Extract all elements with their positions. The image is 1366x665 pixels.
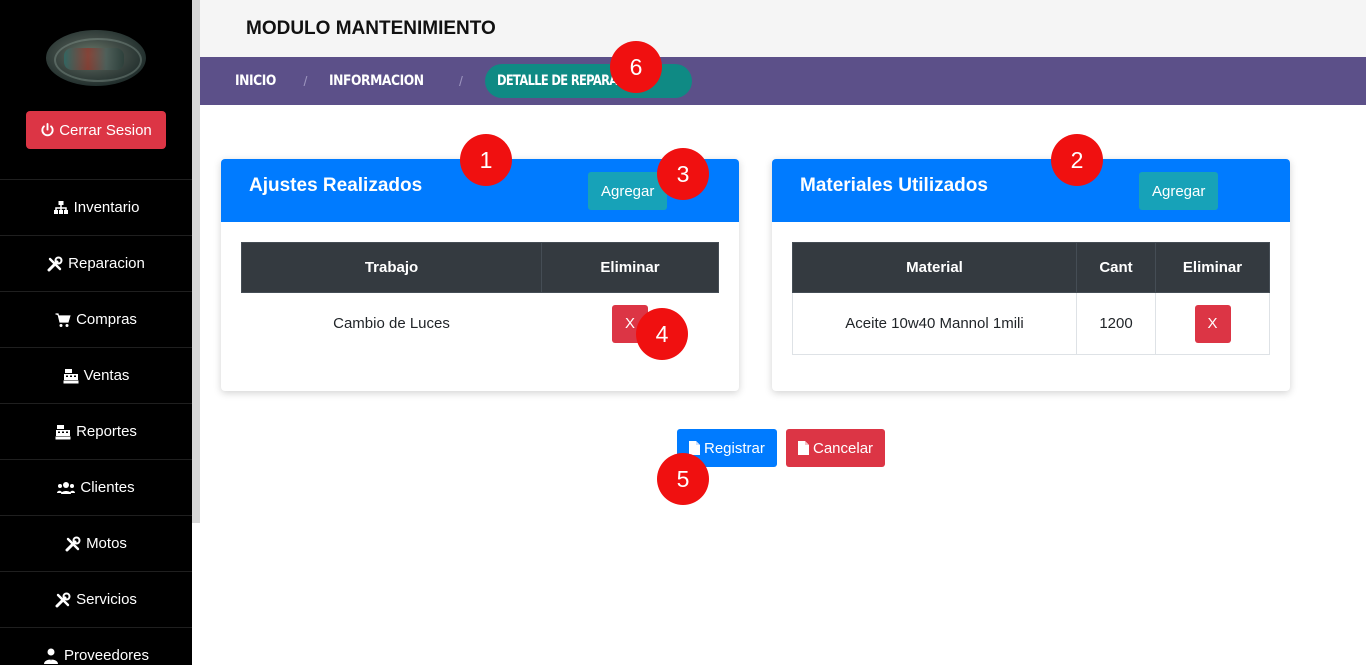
sidebar-item-ventas[interactable]: Ventas	[0, 347, 192, 403]
sidebar-item-label: Reparacion	[68, 255, 145, 272]
sidebar-item-label: Compras	[76, 311, 137, 328]
delete-button[interactable]: X	[1194, 304, 1231, 343]
sidebar-item-label: Servicios	[76, 591, 137, 608]
tools-icon	[55, 592, 71, 607]
annotation-marker-6: 6	[610, 41, 662, 93]
sidebar-scrollbar[interactable]	[192, 0, 200, 523]
trabajo-cell: Cambio de Luces	[333, 315, 450, 333]
logo	[46, 30, 146, 86]
top-header: MODULO MANTENIMIENTO	[200, 0, 1366, 57]
sidebar-item-proveedores[interactable]: Proveedores	[0, 627, 192, 665]
annotation-marker-5: 5	[657, 453, 709, 505]
power-icon	[41, 122, 54, 136]
file-icon	[798, 441, 809, 455]
materiales-table: Material Cant Eliminar Aceite 10w40 Mann…	[792, 242, 1270, 355]
registrar-label: Registrar	[704, 439, 765, 457]
breadcrumb-separator: /	[458, 73, 463, 89]
column-header-trabajo: Trabajo	[241, 242, 542, 293]
sidebar-item-clientes[interactable]: Clientes	[0, 459, 192, 515]
annotation-marker-2: 2	[1051, 134, 1103, 186]
sidebar-item-label: Motos	[86, 535, 127, 552]
file-icon	[689, 441, 700, 455]
eliminar-cell: X	[542, 293, 719, 355]
add-material-button[interactable]: Agregar	[1139, 172, 1219, 210]
sidebar-item-compras[interactable]: Compras	[0, 291, 192, 347]
cash-register-icon	[55, 424, 71, 439]
column-header-eliminar: Eliminar	[541, 242, 719, 293]
sidebar-item-label: Proveedores	[63, 647, 150, 664]
sidebar-nav: Inventario Reparacion Compras Ventas Rep…	[0, 179, 192, 665]
add-ajuste-button[interactable]: Agregar	[588, 172, 668, 210]
users-icon	[57, 481, 76, 494]
breadcrumb: INICIO / INFORMACION / DETALLE DE REPARA…	[200, 57, 1366, 105]
tools-icon	[47, 256, 63, 271]
sidebar-item-label: Ventas	[83, 367, 130, 384]
column-header-eliminar: Eliminar	[1155, 242, 1270, 293]
materiales-card-header: Materiales Utilizados Agregar	[772, 159, 1290, 222]
sidebar-item-label: Inventario	[73, 199, 140, 216]
column-header-cant: Cant	[1076, 242, 1156, 293]
material-cell: Aceite 10w40 Mannol 1mili	[792, 292, 1077, 355]
breadcrumb-inicio[interactable]: INICIO	[235, 73, 276, 89]
sidebar: Cerrar Sesion Inventario Reparacion Comp…	[0, 0, 192, 665]
sidebar-item-label: Clientes	[80, 479, 135, 496]
cancelar-label: Cancelar	[813, 439, 874, 457]
breadcrumb-separator: /	[303, 73, 308, 89]
materiales-title: Materiales Utilizados	[800, 175, 988, 196]
ajustes-title: Ajustes Realizados	[249, 175, 423, 196]
eliminar-cell: X	[1155, 292, 1270, 355]
annotation-marker-3: 3	[657, 148, 709, 200]
cancelar-button[interactable]: Cancelar	[786, 429, 886, 467]
sitemap-icon	[53, 200, 68, 214]
logout-label: Cerrar Sesion	[59, 121, 152, 139]
sidebar-item-motos[interactable]: Motos	[0, 515, 192, 571]
annotation-marker-1: 1	[460, 134, 512, 186]
column-header-material: Material	[792, 242, 1077, 293]
table-row: Aceite 10w40 Mannol 1mili 1200 X	[792, 292, 1270, 355]
cash-register-icon	[63, 368, 79, 383]
materiales-card: Materiales Utilizados Agregar Material C…	[772, 159, 1290, 391]
annotation-marker-4: 4	[636, 308, 688, 360]
logout-button[interactable]: Cerrar Sesion	[26, 111, 166, 149]
sidebar-item-label: Reportes	[76, 423, 137, 440]
cart-icon	[55, 312, 71, 327]
sidebar-item-reparacion[interactable]: Reparacion	[0, 235, 192, 291]
tools-icon	[65, 536, 81, 551]
cant-cell: 1200	[1076, 292, 1156, 355]
sidebar-item-inventario[interactable]: Inventario	[0, 179, 192, 235]
sidebar-item-servicios[interactable]: Servicios	[0, 571, 192, 627]
page-title: MODULO MANTENIMIENTO	[246, 18, 496, 39]
user-tie-icon	[43, 648, 58, 664]
sidebar-item-reportes[interactable]: Reportes	[0, 403, 192, 459]
breadcrumb-informacion[interactable]: INFORMACION	[329, 73, 424, 89]
